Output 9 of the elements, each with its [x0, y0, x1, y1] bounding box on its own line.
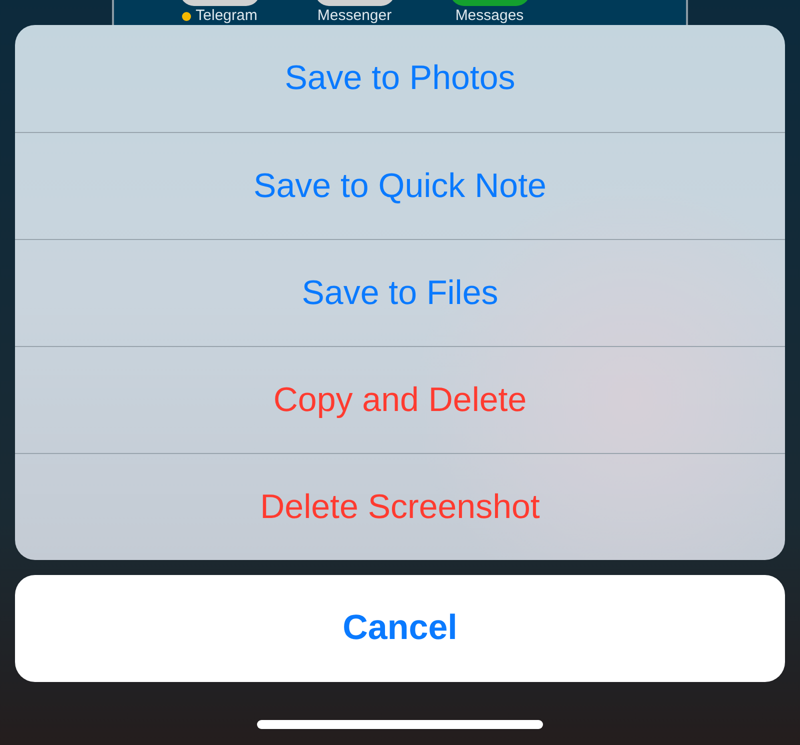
cancel-button[interactable]: Cancel	[15, 575, 785, 682]
app-label: Messenger	[317, 8, 392, 24]
save-action[interactable]: Save to Files	[15, 239, 785, 346]
app-label: Telegram	[196, 8, 258, 24]
save-action[interactable]: Save to Photos	[15, 25, 785, 132]
delete-action[interactable]: Copy and Delete	[15, 346, 785, 453]
save-action[interactable]: Save to Quick Note	[15, 132, 785, 239]
app-label: Messages	[455, 8, 524, 24]
delete-action[interactable]: Delete Screenshot	[15, 453, 785, 560]
